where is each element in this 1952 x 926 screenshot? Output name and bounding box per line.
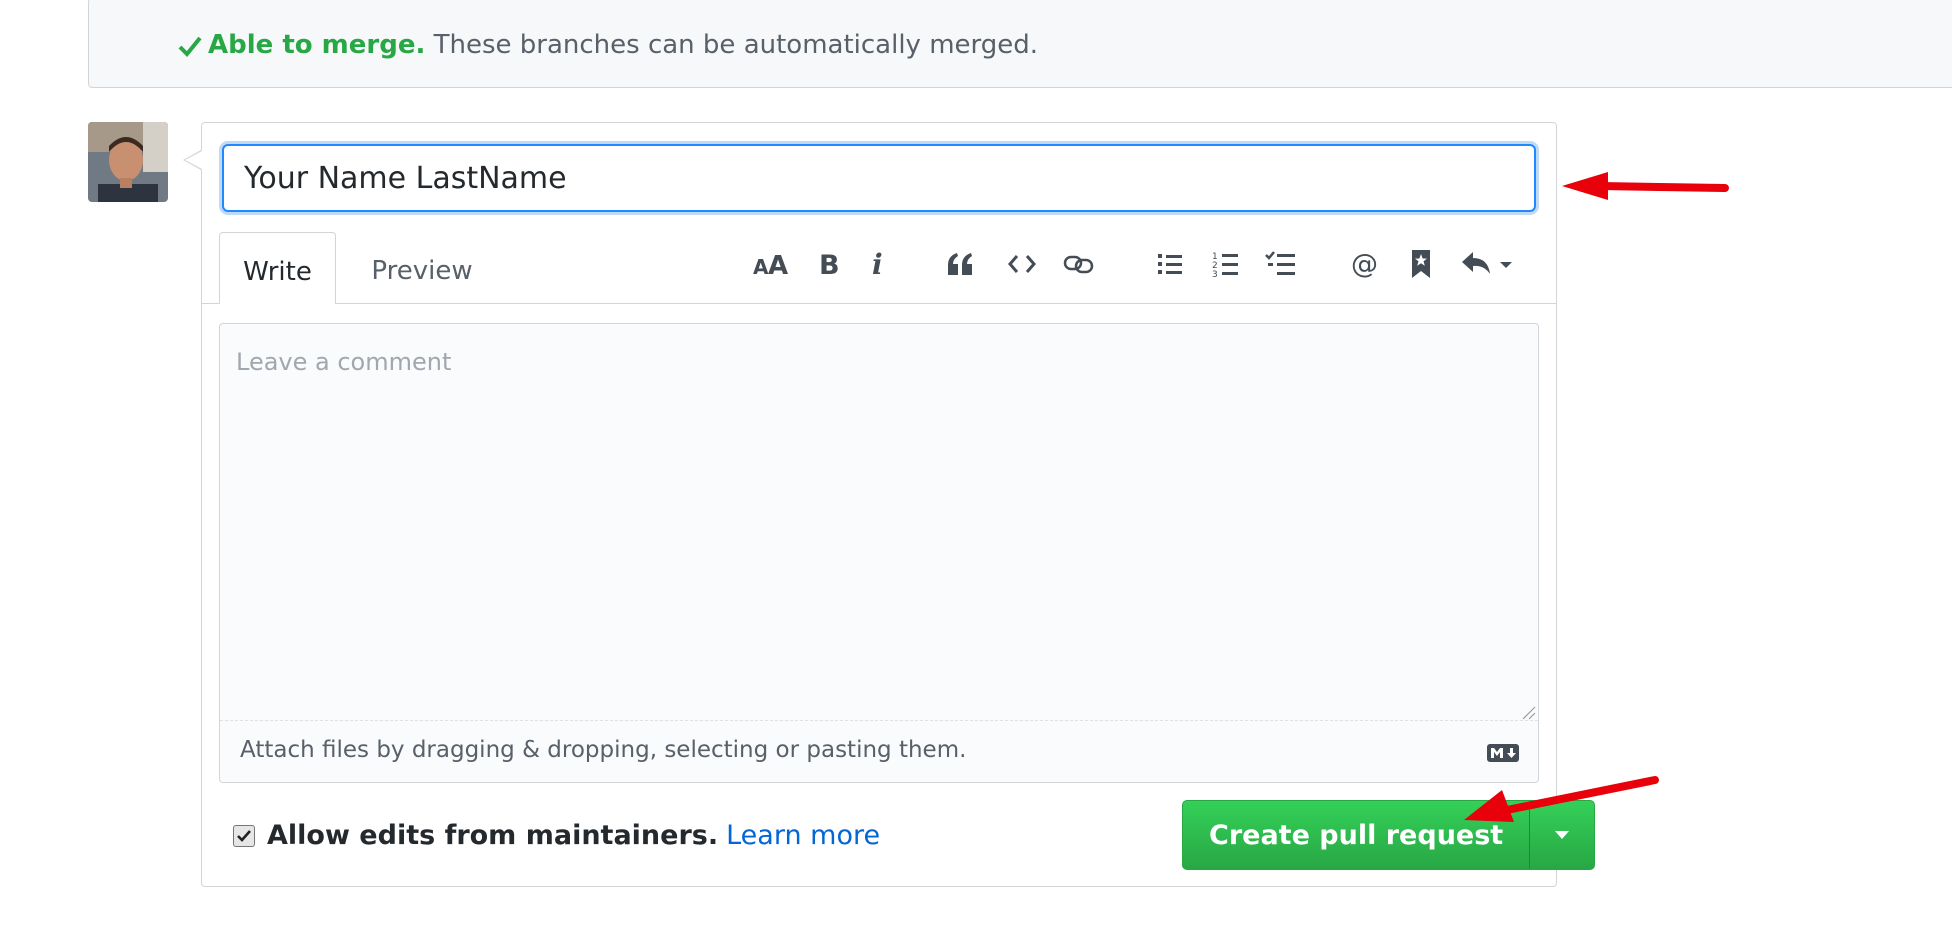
attach-files-hint: Attach files by dragging & dropping, sel…: [240, 737, 967, 763]
pull-request-title-input[interactable]: [222, 144, 1536, 212]
resize-handle-icon[interactable]: [1520, 704, 1536, 720]
italic-icon[interactable]: i: [868, 244, 888, 284]
link-icon[interactable]: [1062, 244, 1096, 284]
bold-icon[interactable]: B: [814, 244, 844, 284]
svg-text:@: @: [1351, 249, 1378, 279]
code-icon[interactable]: [1006, 244, 1038, 284]
svg-text:3: 3: [1212, 270, 1218, 278]
check-icon: [178, 36, 202, 57]
merge-status: Able to merge. These branches can be aut…: [178, 28, 1038, 62]
task-list-icon[interactable]: [1264, 244, 1298, 284]
bulleted-list-icon[interactable]: [1154, 244, 1186, 284]
attach-files-bar[interactable]: Attach files by dragging & dropping, sel…: [220, 720, 1538, 782]
learn-more-link[interactable]: Learn more: [726, 820, 880, 851]
svg-text:B: B: [819, 250, 840, 278]
comment-textarea[interactable]: [220, 324, 1538, 720]
allow-edits-checkbox[interactable]: [233, 824, 255, 847]
text-size-icon[interactable]: AA: [752, 244, 792, 284]
svg-text:A: A: [753, 255, 769, 278]
tab-preview[interactable]: Preview: [352, 232, 492, 304]
merge-status-detail: These branches can be automatically merg…: [433, 30, 1039, 60]
quote-icon[interactable]: [944, 244, 976, 284]
svg-text:A: A: [768, 251, 788, 278]
tab-write[interactable]: Write: [219, 232, 336, 304]
merge-status-headline: Able to merge.: [208, 30, 426, 60]
avatar[interactable]: [88, 122, 168, 202]
mention-icon[interactable]: @: [1348, 244, 1382, 284]
annotation-arrow-create-button: [1464, 776, 1659, 822]
annotation-arrow-title: [1562, 172, 1729, 200]
reference-icon[interactable]: [1408, 244, 1434, 284]
checkmark-icon: [237, 829, 251, 842]
numbered-list-icon[interactable]: 123: [1210, 244, 1242, 284]
reply-icon[interactable]: [1460, 244, 1516, 284]
allow-edits-label: Allow edits from maintainers.: [267, 820, 719, 851]
comment-box: Attach files by dragging & dropping, sel…: [219, 323, 1539, 783]
markdown-icon[interactable]: [1486, 743, 1520, 763]
allow-edits-row: Allow edits from maintainers. Learn more: [233, 820, 880, 851]
svg-text:i: i: [872, 250, 883, 278]
